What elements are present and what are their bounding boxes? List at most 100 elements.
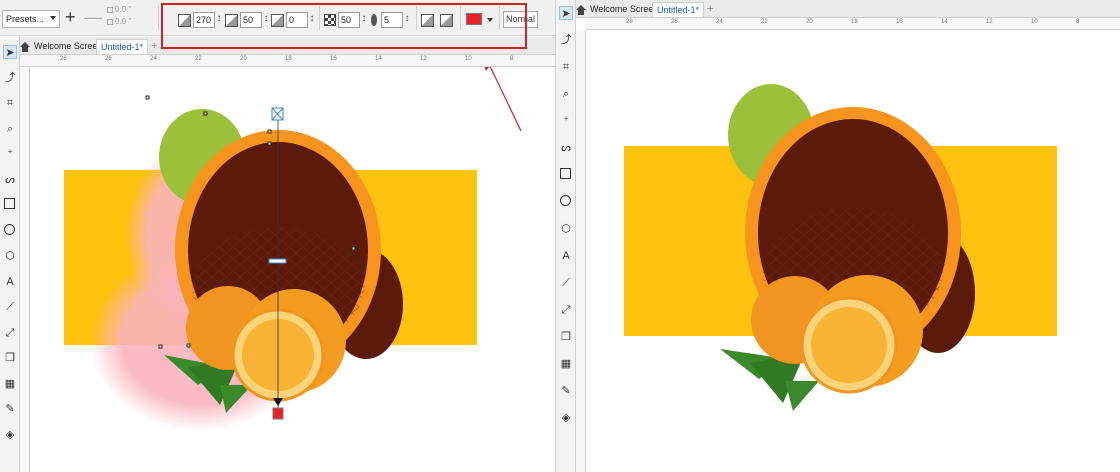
- color-eyedropper-tool-icon[interactable]: ✎: [3, 402, 17, 416]
- ruler-tick-label: 22: [761, 19, 768, 25]
- parallel-dimension-tool-icon[interactable]: ⟋: [3, 300, 17, 314]
- vertical-ruler[interactable]: [20, 67, 30, 472]
- drop-shadow-tool-icon[interactable]: ❒: [3, 351, 17, 365]
- zoom-tool-icon[interactable]: ⌕: [559, 87, 573, 101]
- selection-node[interactable]: [203, 111, 208, 116]
- ruler-tick-label: 12: [986, 19, 993, 25]
- tab-label: Untitled-1*: [657, 5, 700, 15]
- ruler-tick-label: 24: [716, 19, 723, 25]
- annotation-arrow: [489, 67, 522, 132]
- ellipse-tool-icon[interactable]: [560, 195, 571, 206]
- chevron-down-icon: [50, 16, 56, 20]
- offset-x-value[interactable]: 0.0 ": [115, 4, 131, 16]
- selection-node[interactable]: [267, 141, 272, 146]
- ruler-tick-label: 8: [1076, 19, 1080, 25]
- ruler-tick-label: 20: [240, 56, 247, 62]
- add-preset-button[interactable]: +: [65, 8, 76, 26]
- divider: [158, 6, 159, 30]
- ruler-tick-label: 10: [465, 56, 472, 62]
- artistic-media-tool-icon[interactable]: ᔕ: [559, 141, 573, 155]
- shadow-offset-fields: 0.0 " 0.0 ": [107, 4, 131, 28]
- ruler-tick-label: 16: [330, 56, 337, 62]
- ruler-tick-label: 14: [941, 19, 948, 25]
- ruler-tick-label: 26: [671, 19, 678, 25]
- home-icon: [576, 4, 586, 15]
- polygon-tool-icon[interactable]: ⬡: [3, 249, 17, 263]
- text-tool-icon[interactable]: A: [559, 249, 573, 263]
- tab-label: Welcome Screen: [34, 41, 103, 51]
- interactive-fill-tool-icon[interactable]: ◈: [559, 411, 573, 425]
- right-editor-window: Welcome Screen Untitled-1* + 28 26 24 22 20 1…: [555, 0, 1120, 472]
- tab-welcome-screen[interactable]: Welcome Screen: [572, 2, 662, 17]
- tab-untitled-1[interactable]: Untitled-1*: [96, 39, 149, 54]
- orange-slice-flesh: [811, 307, 887, 383]
- remove-preset-button[interactable]: —: [84, 8, 102, 26]
- opacity-slider-handle[interactable]: [268, 258, 287, 264]
- tab-label: Untitled-1*: [101, 42, 144, 52]
- selection-node[interactable]: [267, 129, 272, 134]
- offset-x-icon: [107, 7, 113, 13]
- artistic-media-tool-icon[interactable]: ᔕ: [3, 173, 17, 187]
- ruler-tick-label: 22: [195, 56, 202, 62]
- toolbox: ➤ ⤴ ⌗ ⌕ ⁺ ᔕ ⬡ A ⟋ ⤢ ❒ ▦ ✎ ◈: [556, 0, 576, 472]
- shape-tool-icon[interactable]: ⤴: [3, 71, 17, 85]
- freehand-tool-icon[interactable]: ⁺: [3, 147, 17, 161]
- parallel-dimension-tool-icon[interactable]: ⟋: [559, 276, 573, 290]
- rectangle-tool-icon[interactable]: [4, 198, 15, 209]
- freehand-tool-icon[interactable]: ⁺: [559, 114, 573, 128]
- ruler-tick-label: 26: [105, 56, 112, 62]
- text-tool-icon[interactable]: A: [3, 275, 17, 289]
- ruler-tick-label: 20: [806, 19, 813, 25]
- rectangle-tool-icon[interactable]: [560, 168, 571, 179]
- transparency-tool-icon[interactable]: ▦: [3, 377, 17, 391]
- transparency-tool-icon[interactable]: ▦: [559, 357, 573, 371]
- shape-tool-icon[interactable]: ⤴: [559, 33, 573, 47]
- ruler-tick-label: 8: [510, 56, 514, 62]
- drawing-canvas[interactable]: [30, 67, 555, 472]
- ruler-tick-label: 14: [375, 56, 382, 62]
- tab-welcome-screen[interactable]: Welcome Screen: [16, 39, 106, 54]
- shadow-end-color-handle[interactable]: [272, 407, 284, 420]
- horizontal-ruler[interactable]: 28 26 24 22 20 18 16 14 12 10 8: [20, 55, 555, 67]
- annotation-highlight-box: [161, 3, 527, 49]
- connector-tool-icon[interactable]: ⤢: [3, 326, 17, 340]
- ruler-tick-label: 24: [150, 56, 157, 62]
- presets-label: Presets...: [6, 14, 45, 24]
- horizontal-ruler[interactable]: 28 26 24 22 20 18 16 14 12 10 8: [586, 18, 1120, 30]
- selection-node[interactable]: [186, 343, 191, 348]
- presets-dropdown[interactable]: Presets...: [2, 10, 60, 28]
- interactive-fill-tool-icon[interactable]: ◈: [3, 428, 17, 442]
- ellipse-tool-icon[interactable]: [4, 223, 15, 235]
- add-tab-button[interactable]: +: [147, 39, 161, 54]
- offset-y-value[interactable]: 0.0 ": [115, 16, 131, 28]
- pick-tool-icon[interactable]: ➤: [559, 6, 573, 20]
- color-eyedropper-tool-icon[interactable]: ✎: [559, 384, 573, 398]
- ruler-tick-label: 28: [626, 19, 633, 25]
- left-editor-window: Presets... + — 0.0 " 0.0 " 270 ↕ 50 ↕ 0 …: [0, 0, 555, 472]
- leaf: [785, 381, 819, 411]
- selection-node[interactable]: [145, 95, 150, 100]
- drawing-canvas[interactable]: [587, 31, 1120, 472]
- ruler-tick-label: 18: [285, 56, 292, 62]
- crop-tool-icon[interactable]: ⌗: [559, 60, 573, 74]
- ruler-tick-label: 10: [1031, 19, 1038, 25]
- ruler-tick-label: 28: [60, 56, 67, 62]
- document-tab-bar: Welcome Screen Untitled-1* +: [556, 0, 1120, 18]
- toolbox: ➤ ⤴ ⌗ ⌕ ⁺ ᔕ ⬡ A ⟋ ⤢ ❒ ▦ ✎ ◈: [0, 37, 20, 472]
- ruler-tick-label: 16: [896, 19, 903, 25]
- polygon-tool-icon[interactable]: ⬡: [559, 222, 573, 236]
- connector-tool-icon[interactable]: ⤢: [559, 303, 573, 317]
- ruler-tick-label: 12: [420, 56, 427, 62]
- zoom-tool-icon[interactable]: ⌕: [3, 122, 17, 136]
- tab-untitled-1[interactable]: Untitled-1*: [652, 2, 705, 17]
- pick-tool-icon[interactable]: ➤: [3, 45, 17, 59]
- home-icon: [20, 41, 30, 52]
- offset-y-icon: [107, 19, 113, 25]
- add-tab-button[interactable]: +: [703, 2, 717, 17]
- selection-node[interactable]: [351, 246, 356, 251]
- crop-tool-icon[interactable]: ⌗: [3, 96, 17, 110]
- ruler-tick-label: 18: [851, 19, 858, 25]
- vertical-ruler[interactable]: [576, 30, 586, 472]
- drop-shadow-tool-icon[interactable]: ❒: [559, 330, 573, 344]
- selection-node[interactable]: [158, 344, 163, 349]
